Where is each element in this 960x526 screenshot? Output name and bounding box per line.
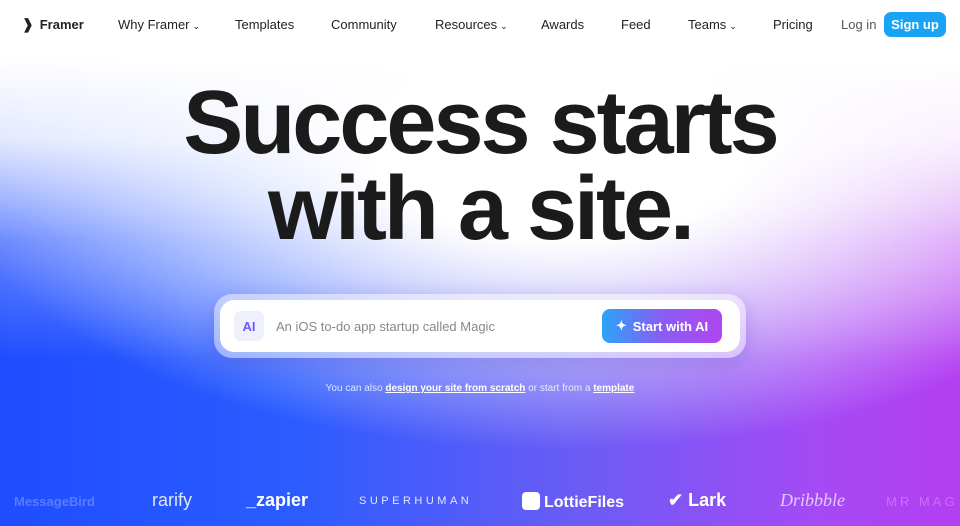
nav-why-framer[interactable]: Why Framer ⌄ (118, 17, 200, 32)
nav-templates[interactable]: Templates (235, 17, 294, 32)
prompt-box: AI An iOS to-do app startup called Magic… (214, 294, 746, 358)
top-nav: ❱ Framer Why Framer ⌄ Templates Community … (0, 0, 960, 48)
chevron-down-icon: ⌄ (192, 21, 201, 31)
nav-community[interactable]: Community (331, 17, 397, 32)
chevron-down-icon: ⌄ (500, 21, 508, 31)
design-from-scratch-link[interactable]: design your site from scratch (385, 383, 525, 394)
framer-logo[interactable]: ❱ Framer (22, 16, 84, 33)
logo-mr-mag: MR MAG (886, 494, 958, 509)
lark-icon: ✔ (668, 490, 684, 510)
nav-feed[interactable]: Feed (621, 17, 651, 32)
login-link[interactable]: Log in (841, 17, 876, 32)
nav-teams[interactable]: Teams ⌄ (688, 17, 737, 32)
ai-icon: AI (234, 311, 264, 341)
logo-lottiefiles: LottieFiles (522, 492, 624, 512)
signup-button[interactable]: Sign up (884, 12, 946, 37)
nav-resources[interactable]: Resources ⌄ (435, 17, 508, 32)
logo-dribbble: Dribbble (780, 490, 845, 510)
prompt-input[interactable]: An iOS to-do app startup called Magic (276, 319, 602, 334)
logo-messagebird: MessageBird (14, 494, 95, 509)
hero-title: Success starts with a site. (183, 73, 779, 259)
nav-awards[interactable]: Awards (541, 17, 584, 32)
logo-superhuman: SUPERHUMAN (359, 495, 473, 507)
sparkle-icon: ✦ (615, 318, 627, 333)
alternative-options: You can also design your site from scrat… (325, 383, 635, 394)
template-link[interactable]: template (593, 383, 634, 394)
lottiefiles-icon (522, 492, 540, 510)
chevron-down-icon: ⌄ (729, 21, 737, 31)
logo-rarify: rarify (152, 490, 192, 510)
customer-logos: MessageBird rarify _zapier SUPERHUMAN Lo… (0, 490, 960, 514)
framer-icon: ❱ (22, 16, 34, 32)
nav-pricing[interactable]: Pricing (773, 17, 813, 32)
logo-zapier: _zapier (246, 490, 309, 510)
logo-lark: ✔ Lark (668, 490, 727, 510)
start-with-ai-button[interactable]: ✦ Start with AI (602, 309, 722, 343)
